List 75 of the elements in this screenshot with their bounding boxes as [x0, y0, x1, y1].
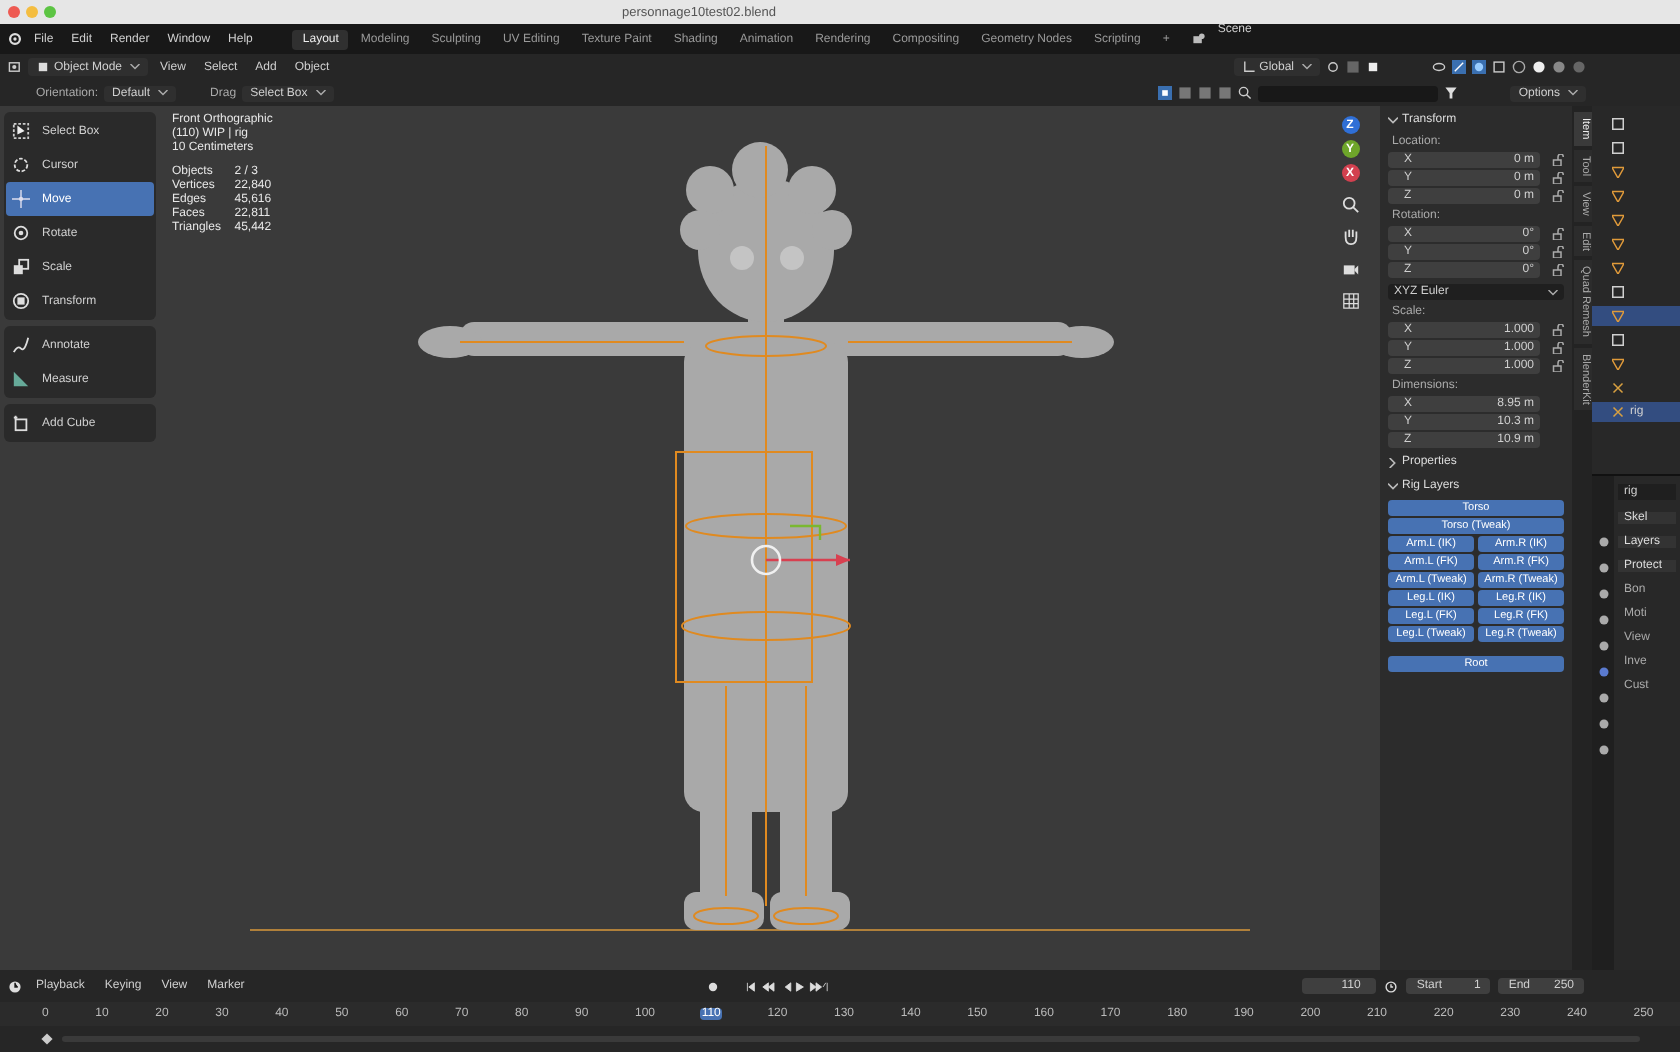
xray-icon[interactable]	[1492, 60, 1506, 74]
proportional-edit-icon[interactable]	[1366, 60, 1380, 74]
filter-icon[interactable]	[1444, 86, 1459, 100]
lock-icon[interactable]	[1552, 360, 1564, 372]
editor-type-icon[interactable]	[8, 60, 22, 74]
stopwatch-icon[interactable]	[1384, 979, 1399, 993]
solid-shading-icon[interactable]	[1532, 60, 1546, 74]
snap-icon[interactable]	[1346, 60, 1360, 74]
material-shading-icon[interactable]	[1552, 60, 1566, 74]
rotate-icon	[12, 224, 30, 242]
crosshair-icon	[12, 156, 30, 174]
caret-icon	[315, 90, 326, 96]
rendered-shading-icon[interactable]	[1572, 60, 1586, 74]
hand-icon[interactable]	[1341, 228, 1359, 246]
cube-icon	[36, 60, 50, 74]
lock-icon[interactable]	[1552, 264, 1564, 276]
pen-stroke-icon	[12, 336, 30, 354]
caret-icon	[1548, 289, 1558, 295]
select-invert-icon[interactable]	[1218, 86, 1233, 100]
keyframe-icon[interactable]	[40, 1032, 54, 1046]
ruler-icon	[12, 370, 30, 388]
properties-tab-icon[interactable]	[1597, 614, 1609, 626]
caret-icon	[1568, 90, 1578, 96]
lock-icon[interactable]	[1552, 342, 1564, 354]
armature-icon	[1612, 406, 1624, 418]
camera-icon[interactable]	[1341, 260, 1359, 278]
scene-icon[interactable]	[1191, 32, 1206, 46]
3d-cursor-icon	[750, 544, 782, 576]
caret-icon	[1302, 64, 1312, 70]
properties-tab-icon[interactable]	[1597, 536, 1609, 548]
gizmo-toggle-icon[interactable]	[1452, 60, 1466, 74]
visibility-icon[interactable]	[1432, 60, 1446, 74]
move-arrows-icon	[12, 190, 30, 208]
caret-icon	[158, 90, 169, 96]
lock-icon[interactable]	[1552, 228, 1564, 240]
transform-icon	[12, 292, 30, 310]
close-icon[interactable]	[8, 6, 20, 18]
properties-tab-icon[interactable]	[1597, 640, 1609, 652]
select-subtract-icon[interactable]	[1198, 86, 1213, 100]
properties-tab-icon[interactable]	[1597, 744, 1609, 756]
mesh-icon	[1612, 310, 1624, 322]
scale-icon	[12, 258, 30, 276]
axes-icon	[1241, 60, 1256, 74]
properties-tab-icon[interactable]	[1597, 562, 1609, 574]
properties-tab-icon[interactable]	[1597, 692, 1609, 704]
select-extend-icon[interactable]	[1178, 86, 1193, 100]
caret-icon	[130, 64, 141, 70]
chevron-icon	[1388, 481, 1398, 491]
add-cube-icon	[12, 414, 30, 432]
grid-icon[interactable]	[1341, 292, 1359, 310]
clock-icon[interactable]	[8, 979, 22, 993]
mesh-icon	[1612, 358, 1624, 370]
lock-icon[interactable]	[1552, 324, 1564, 336]
select-mode-icon[interactable]	[1158, 86, 1173, 100]
record-icon[interactable]	[705, 979, 720, 993]
search-icon[interactable]	[1238, 86, 1253, 100]
lock-icon[interactable]	[1552, 172, 1564, 184]
properties-tab-icon[interactable]	[1597, 588, 1609, 600]
overlay-toggle-icon[interactable]	[1472, 60, 1486, 74]
cursor-arrow-icon	[12, 122, 30, 140]
lock-icon[interactable]	[1552, 246, 1564, 258]
move-gizmo-drawing	[766, 524, 850, 566]
chevron-icon	[1388, 115, 1398, 125]
armature-icon	[1612, 382, 1624, 394]
pivot-icon[interactable]	[1326, 60, 1340, 74]
blender-logo-icon[interactable]	[8, 32, 22, 46]
chevron-icon	[1388, 457, 1398, 467]
lock-icon[interactable]	[1552, 190, 1564, 202]
properties-tab-icon[interactable]	[1597, 718, 1609, 730]
properties-tab-icon[interactable]	[1597, 666, 1609, 678]
lock-icon[interactable]	[1552, 154, 1564, 166]
collection-icon	[1612, 286, 1624, 298]
collection-icon	[1612, 334, 1624, 346]
wireframe-shading-icon[interactable]	[1512, 60, 1526, 74]
zoom-icon[interactable]	[1341, 196, 1359, 214]
